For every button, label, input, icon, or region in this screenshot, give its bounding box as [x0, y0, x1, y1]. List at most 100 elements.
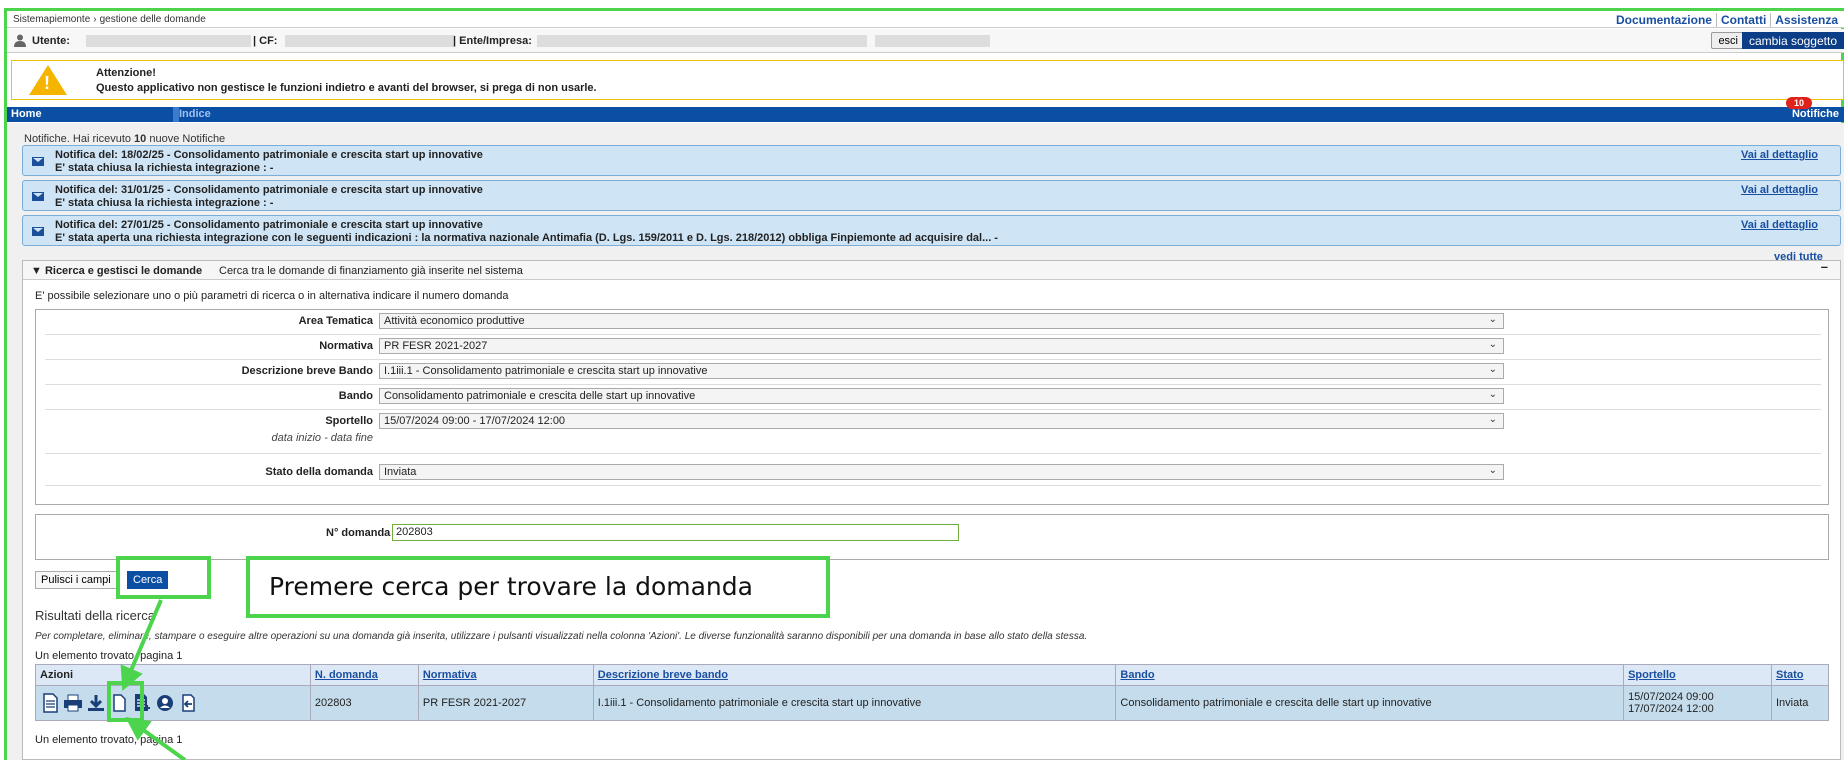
col-bando[interactable]: Bando — [1115, 664, 1625, 686]
notification-title: Notifica del: 31/01/25 - Consolidamento … — [55, 184, 483, 196]
documentazione-link[interactable]: Documentazione — [1612, 13, 1716, 27]
notification-title: Notifica del: 27/01/25 - Consolidamento … — [55, 219, 483, 231]
results-table: Azioni N. domanda Normativa Descrizione … — [35, 664, 1830, 721]
user-circle-icon[interactable] — [155, 693, 175, 713]
chevron-down-icon: ⌄ — [1488, 465, 1497, 476]
sportello-start: 15/07/2024 09:00 — [1628, 691, 1714, 703]
notification-item: Notifica del: 18/02/25 - Consolidamento … — [22, 145, 1841, 176]
sportello-sublabel: data inizio - data fine — [271, 432, 373, 444]
table-row: 202803 PR FESR 2021-2027 I.1iii.1 - Cons… — [35, 685, 1830, 721]
descrizione-label: Descrizione breve Bando — [241, 365, 373, 377]
col-azioni: Azioni — [35, 664, 311, 686]
results-count: Un elemento trovato, pagina 1 — [35, 650, 183, 662]
utente-label: Utente: — [32, 35, 70, 47]
vai-al-dettaglio-link[interactable]: Vai al dettaglio — [1741, 149, 1818, 161]
cell-descrizione: I.1iii.1 - Consolidamento patrimoniale e… — [592, 685, 1117, 721]
sportello-end: 17/07/2024 12:00 — [1628, 703, 1714, 715]
cf-label: | CF: — [253, 35, 278, 47]
normativa-label: Normativa — [319, 340, 373, 352]
descrizione-value: I.1iii.1 - Consolidamento patrimoniale e… — [384, 365, 708, 377]
sportello-select[interactable]: 15/07/2024 09:00 - 17/07/2024 12:00 ⌄ — [379, 413, 1504, 429]
numero-domanda-box: N° domanda 202803 — [35, 514, 1829, 560]
notification-text: E' stata chiusa la richiesta integrazion… — [55, 162, 274, 174]
contatti-link[interactable]: Contatti — [1715, 13, 1770, 27]
user-bar: Utente: | CF: | Ente/Impresa: esci cambi… — [7, 29, 1844, 53]
numero-domanda-label: N° domanda — [326, 527, 391, 539]
cambia-soggetto-button[interactable]: cambia soggetto — [1741, 32, 1844, 49]
results-description: Per completare, eliminare, stampare o es… — [35, 631, 1088, 642]
breadcrumb-root[interactable]: Sistemapiemonte — [13, 14, 90, 25]
nav-notifiche[interactable]: Notifiche — [1792, 108, 1839, 120]
form-row-sportello: Sportello data inizio - data fine 15/07/… — [45, 410, 1821, 454]
stato-select[interactable]: Inviata ⌄ — [379, 464, 1504, 480]
form-row-normativa: Normativa PR FESR 2021-2027 ⌄ — [45, 335, 1821, 360]
envelope-icon — [32, 227, 44, 236]
top-bar: Sistemapiemonte › gestione delle domande D… — [7, 11, 1844, 28]
col-stato[interactable]: Stato — [1770, 664, 1830, 686]
col-numero-domanda[interactable]: N. domanda — [309, 664, 419, 686]
area-label: Area Tematica — [298, 315, 373, 327]
numero-domanda-input[interactable]: 202803 — [392, 524, 959, 541]
download-icon[interactable] — [86, 693, 106, 713]
alert-title: Attenzione! — [96, 67, 156, 79]
bando-value: Consolidamento patrimoniale e crescita d… — [384, 390, 696, 402]
cell-normativa: PR FESR 2021-2027 — [417, 685, 594, 721]
warning-mark: ! — [44, 73, 50, 93]
actions-cell — [35, 685, 311, 721]
esci-button[interactable]: esci — [1711, 32, 1745, 49]
descrizione-select[interactable]: I.1iii.1 - Consolidamento patrimoniale e… — [379, 363, 1504, 379]
form-row-descrizione: Descrizione breve Bando I.1iii.1 - Conso… — [45, 360, 1821, 385]
collapse-button[interactable]: – — [1821, 259, 1828, 274]
notification-text: E' stata chiusa la richiesta integrazion… — [55, 197, 274, 209]
area-select[interactable]: Attività economico produttive ⌄ — [379, 313, 1504, 329]
area-value: Attività economico produttive — [384, 315, 525, 327]
panel-header[interactable]: ▼ Ricerca e gestisci le domande Cerca tr… — [23, 259, 1840, 280]
normativa-select[interactable]: PR FESR 2021-2027 ⌄ — [379, 338, 1504, 354]
top-links: Documentazione Contatti Assistenza — [1612, 13, 1842, 27]
col-normativa[interactable]: Normativa — [417, 664, 594, 686]
bando-label: Bando — [338, 390, 373, 402]
cell-bando: Consolidamento patrimoniale e crescita d… — [1115, 685, 1625, 721]
cell-sportello: 15/07/2024 09:00 17/07/2024 12:00 — [1623, 685, 1772, 721]
ente-redacted — [537, 35, 867, 48]
form-row-bando: Bando Consolidamento patrimoniale e cres… — [45, 385, 1821, 410]
breadcrumb-current: gestione delle domande — [99, 14, 206, 25]
chevron-down-icon: ⌄ — [1488, 364, 1497, 375]
vai-al-dettaglio-link[interactable]: Vai al dettaglio — [1741, 219, 1818, 231]
assistenza-link[interactable]: Assistenza — [1770, 13, 1842, 27]
chevron-down-icon: ⌄ — [1488, 314, 1497, 325]
pulisci-campi-button[interactable]: Pulisci i campi — [35, 571, 117, 589]
sportello-label: Sportello — [325, 415, 373, 427]
print-icon[interactable] — [63, 693, 83, 713]
bando-select[interactable]: Consolidamento patrimoniale e crescita d… — [379, 388, 1504, 404]
utente-redacted — [86, 35, 251, 48]
ente-label: | Ente/Impresa: — [453, 35, 532, 47]
cell-numero: 202803 — [309, 685, 419, 721]
nav-indice[interactable]: Indice — [179, 108, 211, 120]
cf-redacted — [285, 35, 455, 48]
notifications-summary: Notifiche. Hai ricevuto 10 nuove Notific… — [24, 133, 225, 145]
normativa-value: PR FESR 2021-2027 — [384, 340, 488, 352]
envelope-icon — [32, 157, 44, 166]
ente-code-redacted — [875, 35, 990, 48]
icon-highlight-box — [107, 681, 144, 722]
chevron-down-icon: ⌄ — [1488, 414, 1497, 425]
panel-title[interactable]: ▼ Ricerca e gestisci le domande — [31, 265, 202, 277]
instruction-callout: Premere cerca per trovare la domanda — [246, 556, 830, 618]
alert-message: Questo applicativo non gestisce le funzi… — [96, 82, 597, 94]
stato-value: Inviata — [384, 466, 417, 478]
document-icon[interactable] — [40, 693, 60, 713]
exit-document-icon[interactable] — [178, 693, 198, 713]
col-descrizione[interactable]: Descrizione breve bando — [592, 664, 1117, 686]
nav-home[interactable]: Home — [11, 108, 42, 120]
breadcrumb: Sistemapiemonte › gestione delle domande — [13, 14, 206, 25]
vai-al-dettaglio-link[interactable]: Vai al dettaglio — [1741, 184, 1818, 196]
chevron-down-icon: ⌄ — [1488, 389, 1497, 400]
nav-bar: Home Indice Notifiche — [7, 107, 1844, 122]
summary-prefix: Notifiche. Hai ricevuto — [24, 133, 135, 145]
notification-item: Notifica del: 27/01/25 - Consolidamento … — [22, 215, 1841, 246]
user-icon — [14, 34, 26, 47]
panel-intro: E' possibile selezionare uno o più param… — [35, 290, 509, 302]
col-sportello[interactable]: Sportello — [1623, 664, 1772, 686]
filter-form: Area Tematica Attività economico produtt… — [35, 309, 1829, 505]
